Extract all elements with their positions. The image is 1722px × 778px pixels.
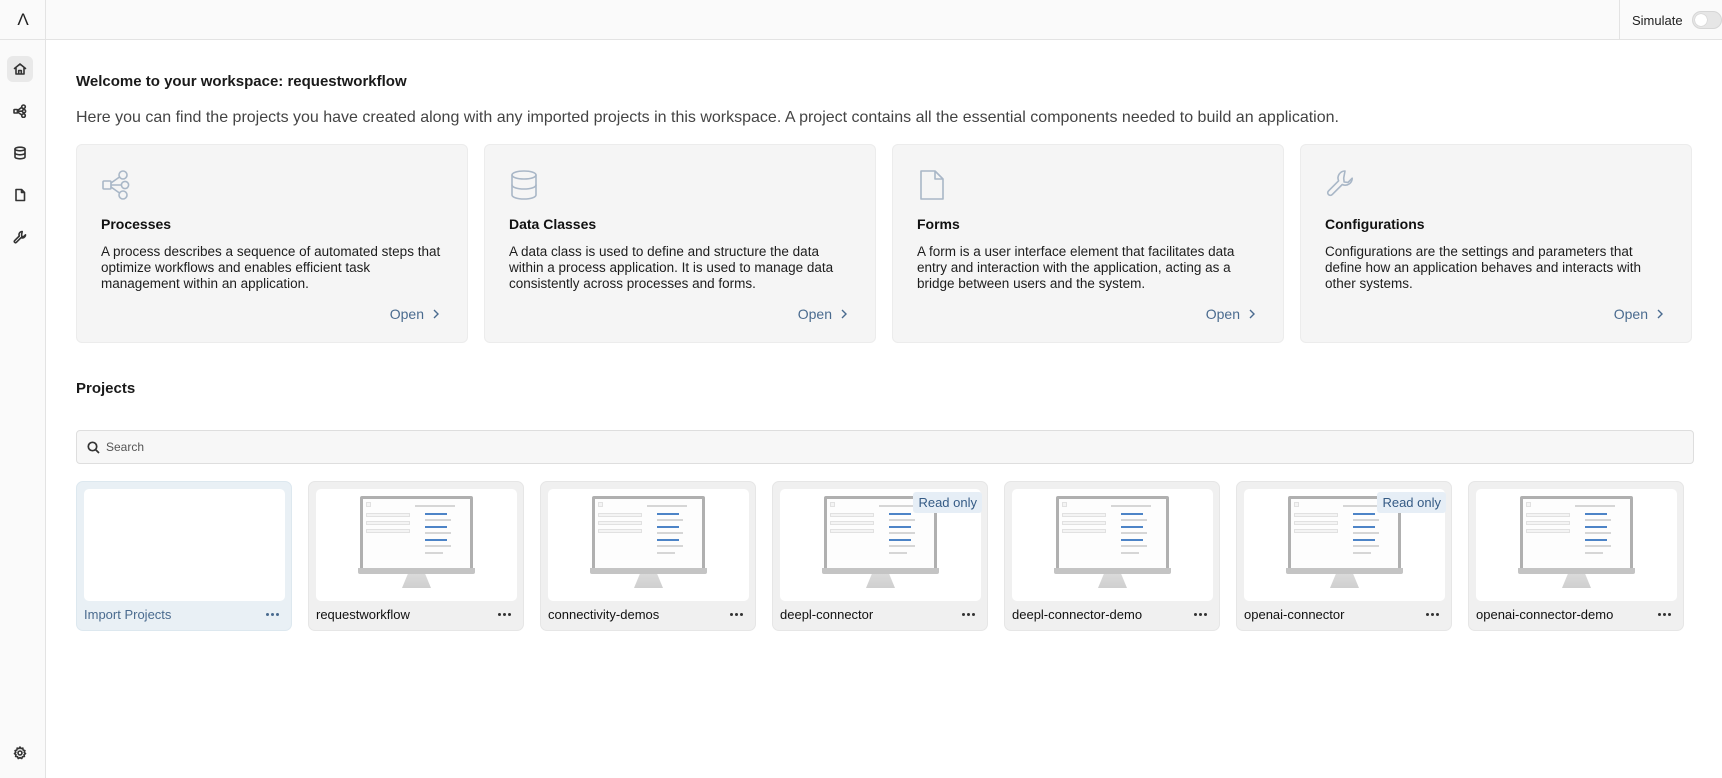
read-only-badge: Read only bbox=[913, 492, 982, 513]
open-processes-link[interactable]: Open bbox=[390, 306, 440, 322]
chevron-right-icon bbox=[1249, 309, 1255, 319]
simulate-toggle[interactable] bbox=[1691, 11, 1722, 29]
project-card[interactable]: Read only openai-connector bbox=[1236, 481, 1452, 631]
page-title: Welcome to your workspace: requestworkfl… bbox=[76, 73, 407, 90]
project-thumbnail bbox=[1476, 489, 1677, 601]
card-description: A form is a user interface element that … bbox=[917, 244, 1235, 291]
project-name: openai-connector bbox=[1244, 607, 1345, 622]
project-name: openai-connector-demo bbox=[1476, 607, 1614, 622]
card-description: A data class is used to define and struc… bbox=[509, 244, 834, 291]
chevron-right-icon bbox=[433, 309, 439, 319]
home-icon bbox=[13, 63, 27, 75]
card-title: Processes bbox=[101, 216, 172, 232]
more-options-button[interactable] bbox=[1653, 605, 1675, 623]
process-icon bbox=[102, 170, 130, 200]
project-name: deepl-connector-demo bbox=[1012, 607, 1143, 622]
card-title: Forms bbox=[917, 216, 960, 232]
monitor-preview-icon bbox=[358, 496, 475, 588]
gear-icon bbox=[13, 746, 27, 760]
nav-data-classes[interactable] bbox=[7, 140, 33, 166]
simulate-label: Simulate bbox=[1632, 12, 1683, 28]
project-list: Import Projects requestworkflow connectivi… bbox=[76, 481, 1694, 631]
more-options-button[interactable] bbox=[957, 605, 979, 623]
card-title: Configurations bbox=[1325, 216, 1425, 232]
card-title: Data Classes bbox=[509, 216, 597, 232]
card-description: Configurations are the settings and para… bbox=[1325, 244, 1641, 291]
more-options-button[interactable] bbox=[1421, 605, 1443, 623]
project-thumbnail bbox=[548, 489, 749, 601]
project-name: deepl-connector bbox=[780, 607, 874, 622]
project-search bbox=[76, 430, 1694, 464]
project-name: requestworkflow bbox=[316, 607, 410, 622]
search-icon bbox=[87, 440, 100, 454]
toggle-knob bbox=[1694, 14, 1707, 26]
card-configurations: Configurations Configurations are the se… bbox=[1300, 144, 1692, 343]
card-description: A process describes a sequence of automa… bbox=[101, 244, 441, 291]
project-name: Import Projects bbox=[84, 607, 172, 622]
projects-heading: Projects bbox=[76, 380, 136, 397]
card-forms: Forms A form is a user interface element… bbox=[892, 144, 1284, 343]
open-forms-link[interactable]: Open bbox=[1206, 306, 1256, 322]
open-data-classes-link[interactable]: Open bbox=[798, 306, 848, 322]
open-label: Open bbox=[797, 306, 832, 322]
file-icon bbox=[920, 170, 944, 200]
app-logo[interactable]: Λ bbox=[0, 0, 46, 40]
card-data-classes: Data Classes A data class is used to def… bbox=[484, 144, 876, 343]
nav-home[interactable] bbox=[7, 56, 33, 82]
nav-processes[interactable] bbox=[7, 98, 33, 124]
wrench-icon bbox=[1326, 170, 1353, 197]
read-only-badge: Read only bbox=[1377, 492, 1446, 513]
project-card[interactable]: connectivity-demos bbox=[540, 481, 756, 631]
open-configurations-link[interactable]: Open bbox=[1614, 306, 1664, 322]
open-label: Open bbox=[1205, 306, 1240, 322]
feature-cards: Processes A process describes a sequence… bbox=[76, 144, 1694, 343]
simulate-control: Simulate bbox=[1619, 0, 1722, 40]
chevron-right-icon bbox=[841, 309, 847, 319]
more-options-button[interactable] bbox=[1189, 605, 1211, 623]
wrench-icon bbox=[13, 230, 27, 244]
more-options-button[interactable] bbox=[725, 605, 747, 623]
file-icon bbox=[15, 188, 26, 202]
project-thumbnail bbox=[84, 489, 285, 601]
nav-forms[interactable] bbox=[7, 182, 33, 208]
project-thumbnail bbox=[1012, 489, 1213, 601]
import-projects-card[interactable]: Import Projects bbox=[76, 481, 292, 631]
search-input[interactable] bbox=[106, 440, 1606, 454]
sidebar: Λ bbox=[0, 0, 46, 778]
more-options-button[interactable] bbox=[261, 605, 283, 623]
database-icon bbox=[14, 146, 26, 160]
database-icon bbox=[511, 170, 537, 200]
monitor-preview-icon bbox=[590, 496, 707, 588]
project-card[interactable]: openai-connector-demo bbox=[1468, 481, 1684, 631]
top-bar: Simulate bbox=[46, 0, 1722, 40]
project-name: connectivity-demos bbox=[548, 607, 660, 622]
open-label: Open bbox=[1613, 306, 1648, 322]
project-card[interactable]: Read only deepl-connector bbox=[772, 481, 988, 631]
chevron-right-icon bbox=[1657, 309, 1663, 319]
process-icon bbox=[13, 104, 27, 118]
more-options-button[interactable] bbox=[493, 605, 515, 623]
intro-text: Here you can find the projects you have … bbox=[76, 109, 1339, 126]
nav-settings[interactable] bbox=[7, 740, 33, 766]
project-card[interactable]: deepl-connector-demo bbox=[1004, 481, 1220, 631]
monitor-preview-icon bbox=[1518, 496, 1635, 588]
project-thumbnail bbox=[316, 489, 517, 601]
monitor-preview-icon bbox=[1054, 496, 1171, 588]
project-card[interactable]: requestworkflow bbox=[308, 481, 524, 631]
card-processes: Processes A process describes a sequence… bbox=[76, 144, 468, 343]
nav-configurations[interactable] bbox=[7, 224, 33, 250]
open-label: Open bbox=[389, 306, 424, 322]
